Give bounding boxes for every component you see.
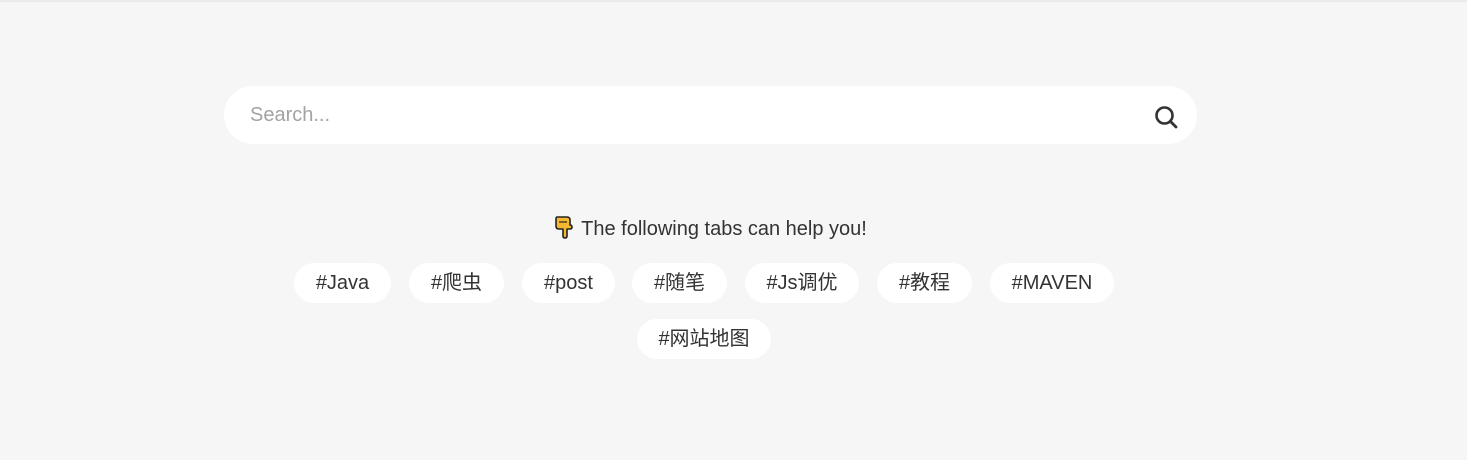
tag-js-tuning[interactable]: #Js调优	[745, 263, 859, 303]
tag-sitemap[interactable]: #网站地图	[637, 319, 771, 359]
tag-essay[interactable]: #随笔	[632, 263, 727, 303]
tag-crawler[interactable]: #爬虫	[409, 263, 504, 303]
bottom-strip	[0, 460, 1467, 472]
tag-java[interactable]: #Java	[294, 263, 391, 303]
tag-post[interactable]: #post	[522, 263, 615, 303]
tag-cloud: #Java #爬虫 #post #随笔 #Js调优 #教程 #MAVEN #网站…	[0, 0, 1467, 472]
tag-tutorial[interactable]: #教程	[877, 263, 972, 303]
tag-maven[interactable]: #MAVEN	[990, 263, 1114, 303]
